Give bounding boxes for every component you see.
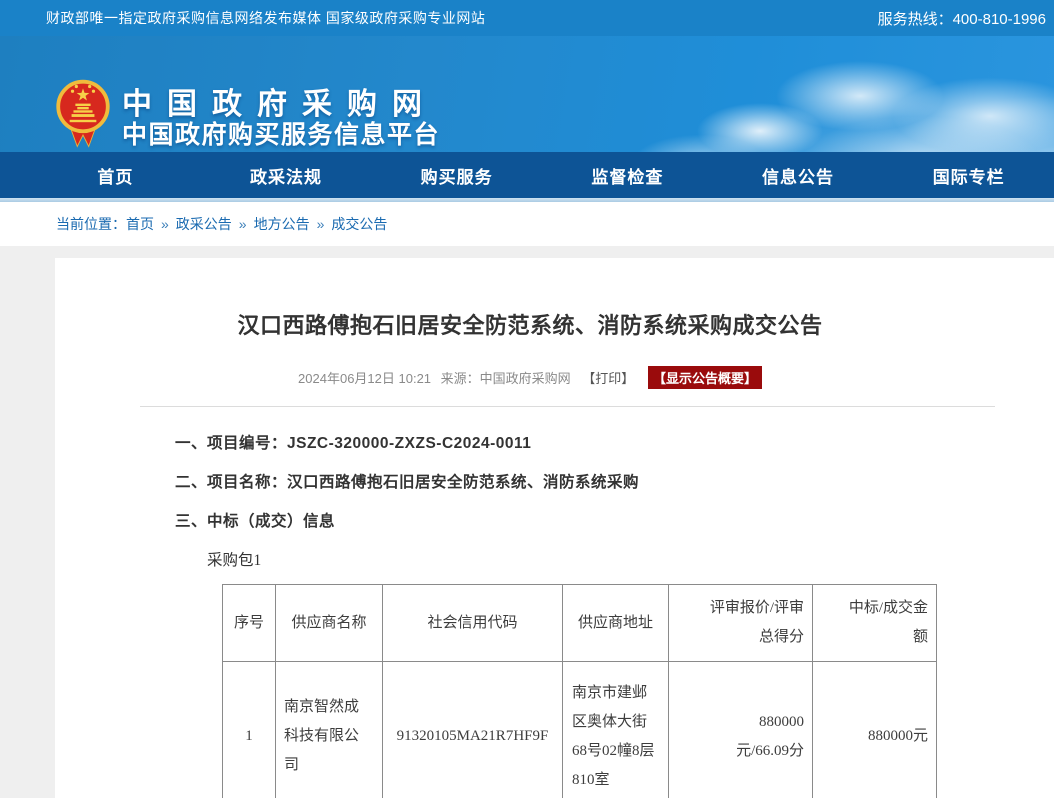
site-banner: 中国政府采购网 中国政府购买服务信息平台 www.ccgp.gov.cn xyxy=(0,36,1054,152)
table-row: 1 南京智然成科技有限公司 91320105MA21R7HF9F 南京市建邺区奥… xyxy=(223,662,937,798)
col-header-bid-score: 评审报价/评审 总得分 xyxy=(669,585,813,662)
cell-supplier-name: 南京智然成科技有限公司 xyxy=(276,662,383,798)
cell-bid-score: 880000 元/66.09分 xyxy=(669,662,813,798)
content-panel: 汉口西路傅抱石旧居安全防范系统、消防系统采购成交公告 2024年06月12日 1… xyxy=(55,258,1054,798)
top-bar: 财政部唯一指定政府采购信息网络发布媒体 国家级政府采购专业网站 服务热线：400… xyxy=(0,0,1054,36)
package-label: 采购包1 xyxy=(55,548,1005,570)
site-logo-text: 中国政府采购网 中国政府购买服务信息平台 www.ccgp.gov.cn xyxy=(122,88,442,152)
service-hotline: 服务热线：400-810-1996 xyxy=(878,8,1054,29)
col-header-supplier-address: 供应商地址 xyxy=(563,585,669,662)
show-summary-button[interactable]: 【显示公告概要】 xyxy=(648,366,762,389)
breadcrumb-procurement-announcements[interactable]: 政采公告 xyxy=(176,214,232,234)
cell-credit-code: 91320105MA21R7HF9F xyxy=(383,662,563,798)
col-header-award-amount: 中标/成交金 额 xyxy=(813,585,937,662)
cell-serial: 1 xyxy=(223,662,276,798)
col-header-serial: 序号 xyxy=(223,585,276,662)
breadcrumb-local-announcements[interactable]: 地方公告 xyxy=(254,214,310,234)
col-header-supplier-name: 供应商名称 xyxy=(276,585,383,662)
nav-item-announcements[interactable]: 信息公告 xyxy=(713,163,884,188)
article-body: 一、项目编号：JSZC-320000-ZXZS-C2024-0011 二、项目名… xyxy=(55,431,1005,531)
page-title: 汉口西路傅抱石旧居安全防范系统、消防系统采购成交公告 xyxy=(55,308,1005,340)
breadcrumb-home[interactable]: 首页 xyxy=(126,214,154,234)
divider xyxy=(140,406,995,407)
cell-supplier-address: 南京市建邺区奥体大街68号02幢8层810室 xyxy=(563,662,669,798)
award-info-heading: 三、中标（成交）信息 xyxy=(175,509,1005,531)
cell-award-amount: 880000元 xyxy=(813,662,937,798)
nav-item-supervision[interactable]: 监督检查 xyxy=(542,163,713,188)
breadcrumb-separator-icon: » xyxy=(317,216,325,232)
breadcrumb-separator-icon: » xyxy=(161,216,169,232)
publish-date: 2024年06月12日 10:21 xyxy=(298,371,431,386)
breadcrumb-separator-icon: » xyxy=(239,216,247,232)
national-emblem-icon xyxy=(54,76,112,152)
site-name[interactable]: 中国政府采购网 xyxy=(122,88,442,121)
nav-item-policies[interactable]: 政采法规 xyxy=(201,163,372,188)
breadcrumb-award-announcements[interactable]: 成交公告 xyxy=(331,214,387,234)
main-nav: 首页 政采法规 购买服务 监督检查 信息公告 国际专栏 xyxy=(0,152,1054,198)
national-emblem-logo[interactable] xyxy=(54,76,112,152)
breadcrumb-label: 当前位置： xyxy=(56,214,126,234)
project-number: 一、项目编号：JSZC-320000-ZXZS-C2024-0011 xyxy=(175,431,1005,453)
article-meta: 2024年06月12日 10:21 来源：中国政府采购网 【打印】 【显示公告概… xyxy=(55,366,1005,389)
breadcrumb: 当前位置： 首页 » 政采公告 » 地方公告 » 成交公告 xyxy=(0,202,1054,246)
table-header-row: 序号 供应商名称 社会信用代码 供应商地址 评审报价/评审 总得分 中标/成交金… xyxy=(223,585,937,662)
nav-item-international[interactable]: 国际专栏 xyxy=(883,163,1054,188)
award-table: 序号 供应商名称 社会信用代码 供应商地址 评审报价/评审 总得分 中标/成交金… xyxy=(222,584,937,798)
nav-item-purchase-services[interactable]: 购买服务 xyxy=(371,163,542,188)
project-name: 二、项目名称：汉口西路傅抱石旧居安全防范系统、消防系统采购 xyxy=(175,470,1005,492)
site-slogan: 财政部唯一指定政府采购信息网络发布媒体 国家级政府采购专业网站 xyxy=(0,8,485,28)
page-background: 汉口西路傅抱石旧居安全防范系统、消防系统采购成交公告 2024年06月12日 1… xyxy=(0,246,1054,798)
col-header-credit-code: 社会信用代码 xyxy=(383,585,563,662)
print-button[interactable]: 【打印】 xyxy=(582,371,634,386)
article-source: 来源：中国政府采购网 xyxy=(441,371,571,386)
nav-item-home[interactable]: 首页 xyxy=(30,163,201,188)
site-url: www.ccgp.gov.cn xyxy=(122,150,442,152)
site-subtitle: 中国政府购买服务信息平台 xyxy=(122,121,442,150)
